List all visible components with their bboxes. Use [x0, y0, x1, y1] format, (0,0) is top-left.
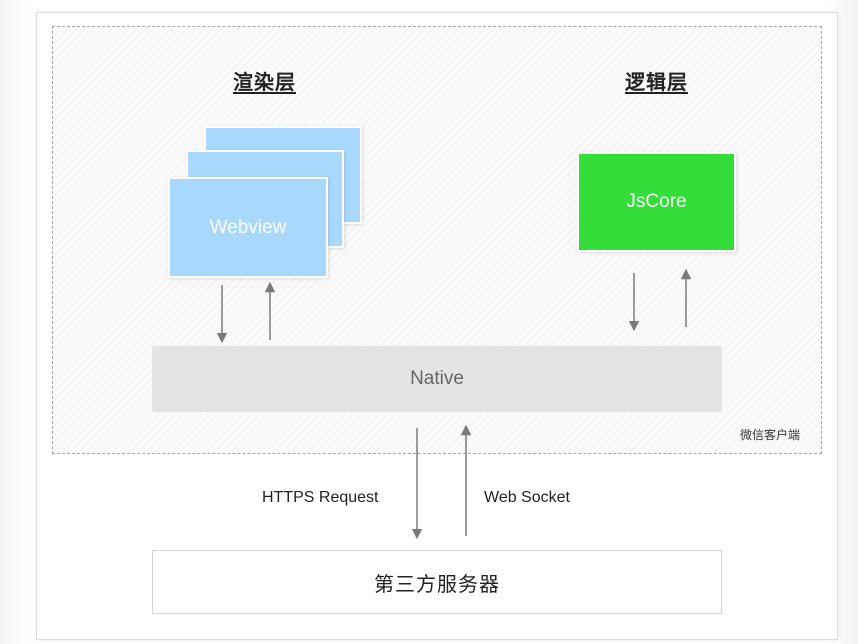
webview-box-front: Webview	[168, 177, 328, 278]
native-box: Native	[152, 346, 722, 412]
logic-layer-title: 逻辑层	[625, 72, 688, 94]
render-layer-title: 渲染层	[233, 72, 296, 94]
native-label: Native	[410, 368, 464, 389]
https-request-label: HTTPS Request	[262, 489, 379, 506]
web-socket-label: Web Socket	[484, 489, 570, 506]
wechat-client-label: 微信客户端	[740, 428, 801, 442]
diagram-canvas: 渲染层 逻辑层 Webview JsCore Native 微信客户端 HTTP…	[0, 0, 858, 644]
third-party-server-box: 第三方服务器	[152, 550, 722, 614]
jscore-box: JsCore	[577, 152, 736, 252]
server-label: 第三方服务器	[374, 573, 500, 596]
jscore-label: JsCore	[626, 191, 687, 212]
webview-label: Webview	[209, 216, 287, 238]
